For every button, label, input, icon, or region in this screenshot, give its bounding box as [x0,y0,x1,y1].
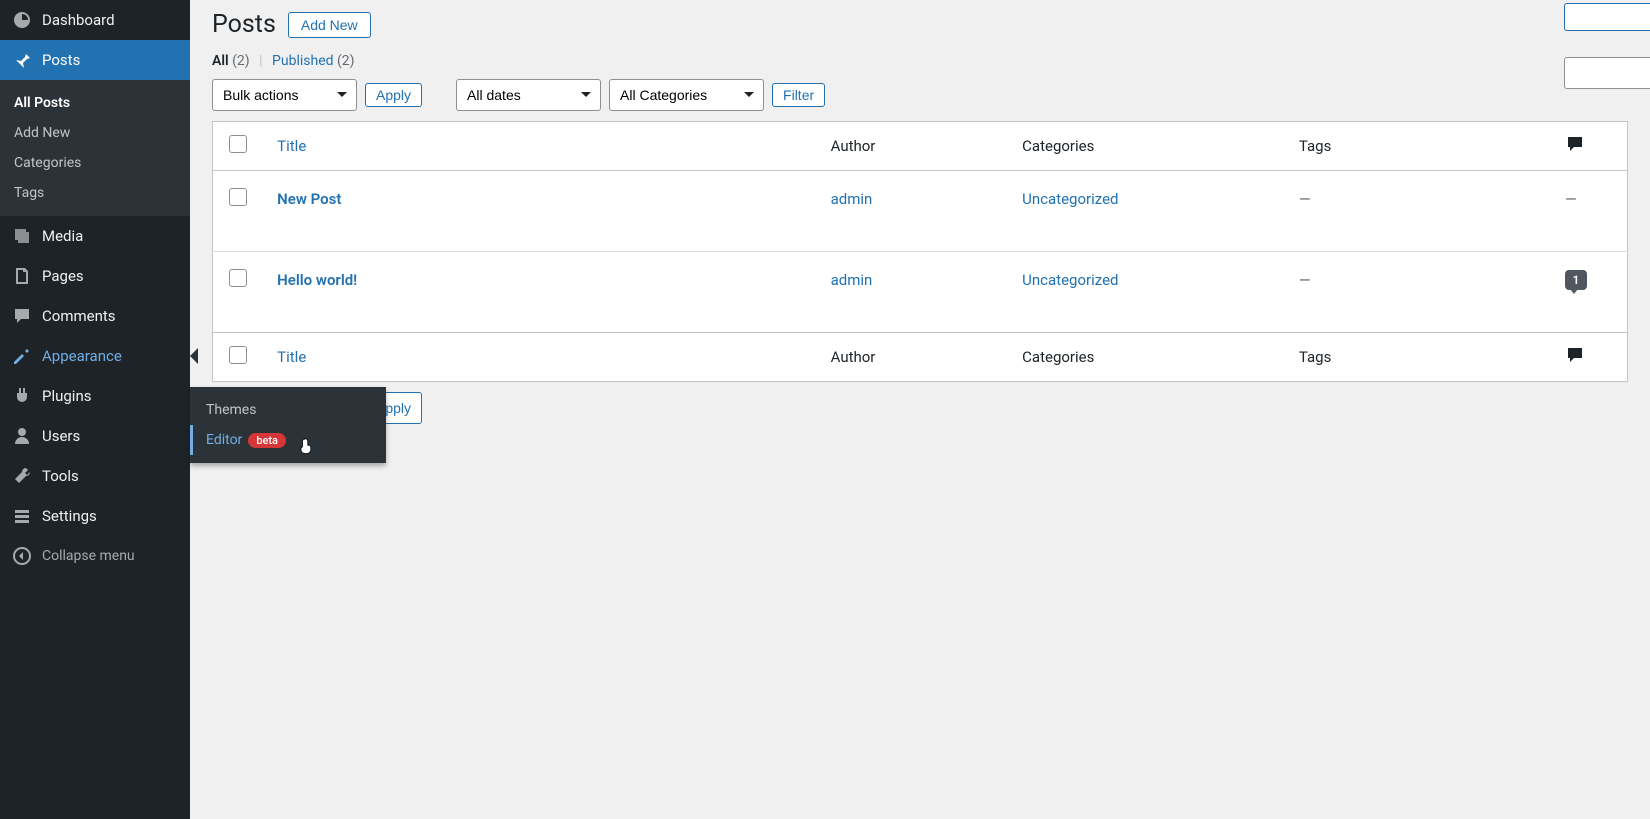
post-tags: — [1299,190,1311,208]
col-title[interactable]: Title [277,137,306,155]
post-tags: — [1299,271,1311,289]
nav-media[interactable]: Media [0,216,190,256]
users-icon [12,426,32,446]
post-title-link[interactable]: Hello world! [277,271,357,289]
nav-label: Media [42,227,83,245]
pushpin-icon [12,50,32,70]
nav-settings[interactable]: Settings [0,496,190,536]
posts-submenu: All Posts Add New Categories Tags [0,80,190,216]
post-author-link[interactable]: admin [831,190,873,208]
admin-sidebar: Dashboard Posts All Posts Add New Catego… [0,0,190,819]
tools-icon [12,466,32,486]
flyout-editor-label: Editor [206,432,242,448]
nav-appearance[interactable]: Appearance [0,336,190,376]
flyout-editor[interactable]: Editor beta [190,425,386,455]
col-comments[interactable] [1553,122,1628,171]
appearance-icon [12,346,32,366]
page-title: Posts [212,10,276,39]
col-author-foot: Author [819,333,1011,382]
date-filter-select[interactable]: All dates [456,79,601,111]
nav-label: Appearance [42,347,122,365]
filter-all-count: (2) [232,53,250,69]
row-checkbox[interactable] [229,188,247,206]
col-categories-foot: Categories [1010,333,1287,382]
row-checkbox[interactable] [229,269,247,287]
filter-button[interactable]: Filter [772,83,825,107]
collapse-menu[interactable]: Collapse menu [0,536,190,576]
search-posts-button[interactable] [1564,3,1650,31]
flyout-themes[interactable]: Themes [190,395,386,425]
status-filters: All (2) | Published (2) [212,53,1628,69]
nav-label: Pages [42,267,84,285]
post-title-link[interactable]: New Post [277,190,341,208]
category-filter-select[interactable]: All Categories [609,79,764,111]
select-all-top[interactable] [229,135,247,153]
posts-table: Title Author Categories Tags New Post ad… [212,121,1628,382]
nav-label: Comments [42,307,116,325]
nav-label: Tools [42,467,79,485]
apply-bulk-button[interactable]: Apply [365,83,422,107]
table-row: Hello world! admin Uncategorized — 1 [213,252,1628,333]
table-row: New Post admin Uncategorized — — [213,171,1628,252]
appearance-flyout: Themes Editor beta [190,387,386,463]
nav-label: Settings [42,507,97,525]
collapse-icon [12,546,32,566]
col-categories: Categories [1010,122,1287,171]
pages-icon [12,266,32,286]
submenu-categories[interactable]: Categories [0,148,190,178]
filter-published-count: (2) [337,53,355,69]
settings-icon [12,506,32,526]
media-icon [12,226,32,246]
comments-icon [12,306,32,326]
col-title-foot[interactable]: Title [277,348,306,366]
nav-label: Dashboard [42,11,115,29]
post-category-link[interactable]: Uncategorized [1022,190,1118,208]
nav-dashboard[interactable]: Dashboard [0,0,190,40]
post-category-link[interactable]: Uncategorized [1022,271,1118,289]
filter-published-label[interactable]: Published [272,53,333,69]
submenu-tags[interactable]: Tags [0,178,190,208]
nav-posts[interactable]: Posts [0,40,190,80]
nav-comments[interactable]: Comments [0,296,190,336]
nav-label: Plugins [42,387,91,405]
add-new-button[interactable]: Add New [288,12,371,38]
nav-pages[interactable]: Pages [0,256,190,296]
col-author: Author [819,122,1011,171]
beta-badge: beta [248,433,286,448]
nav-users[interactable]: Users [0,416,190,456]
collapse-label: Collapse menu [42,548,135,564]
post-author-link[interactable]: admin [831,271,873,289]
submenu-all-posts[interactable]: All Posts [0,88,190,118]
submenu-add-new[interactable]: Add New [0,118,190,148]
search-posts-input[interactable] [1564,57,1650,89]
nav-plugins[interactable]: Plugins [0,376,190,416]
nav-label: Posts [42,51,80,69]
filter-all-label[interactable]: All [212,53,229,69]
comment-count-bubble[interactable]: 1 [1565,270,1587,290]
nav-tools[interactable]: Tools [0,456,190,496]
cursor-icon [298,437,316,455]
main-content: Posts Add New All (2) | Published (2) Bu… [190,0,1650,434]
nav-label: Users [42,427,80,445]
col-comments-foot[interactable] [1553,333,1628,382]
col-tags: Tags [1287,122,1553,171]
select-all-bottom[interactable] [229,346,247,364]
post-comments: — [1565,190,1577,208]
bulk-actions-select[interactable]: Bulk actions [212,79,357,111]
dashboard-icon [12,10,32,30]
plugins-icon [12,386,32,406]
col-tags-foot: Tags [1287,333,1553,382]
